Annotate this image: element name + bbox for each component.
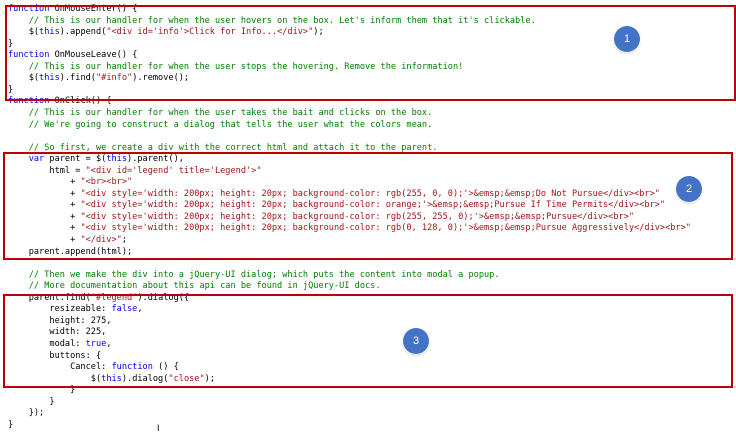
code-line: } <box>8 420 13 432</box>
comment-token: // More documentation about this api can… <box>28 281 381 292</box>
annotation-badge-1: 1 <box>614 26 640 52</box>
code-token: } <box>8 396 55 407</box>
comment-token: // This is our handler for when the user… <box>28 107 433 118</box>
code-line: // This is our handler for when the user… <box>8 107 433 120</box>
highlight-box-3 <box>3 294 733 388</box>
annotation-badge-2: 2 <box>676 176 702 202</box>
code-line: // More documentation about this api can… <box>8 281 381 293</box>
text-cursor-icon: I <box>157 423 160 433</box>
code-line: } <box>8 396 55 409</box>
code-line: // Then we make the div into a jQuery-UI… <box>8 270 500 282</box>
comment-token: // Then we make the div into a jQuery-UI… <box>28 269 500 280</box>
highlight-box-1 <box>5 5 736 101</box>
code-token: }); <box>8 408 45 419</box>
code-token: } <box>8 419 14 430</box>
highlight-box-2 <box>3 152 733 260</box>
code-line: }); <box>8 408 45 420</box>
code-line: // We're going to construct a dialog tha… <box>8 119 433 132</box>
annotation-badge-3: 3 <box>403 328 429 354</box>
comment-token: // We're going to construct a dialog tha… <box>28 119 433 130</box>
